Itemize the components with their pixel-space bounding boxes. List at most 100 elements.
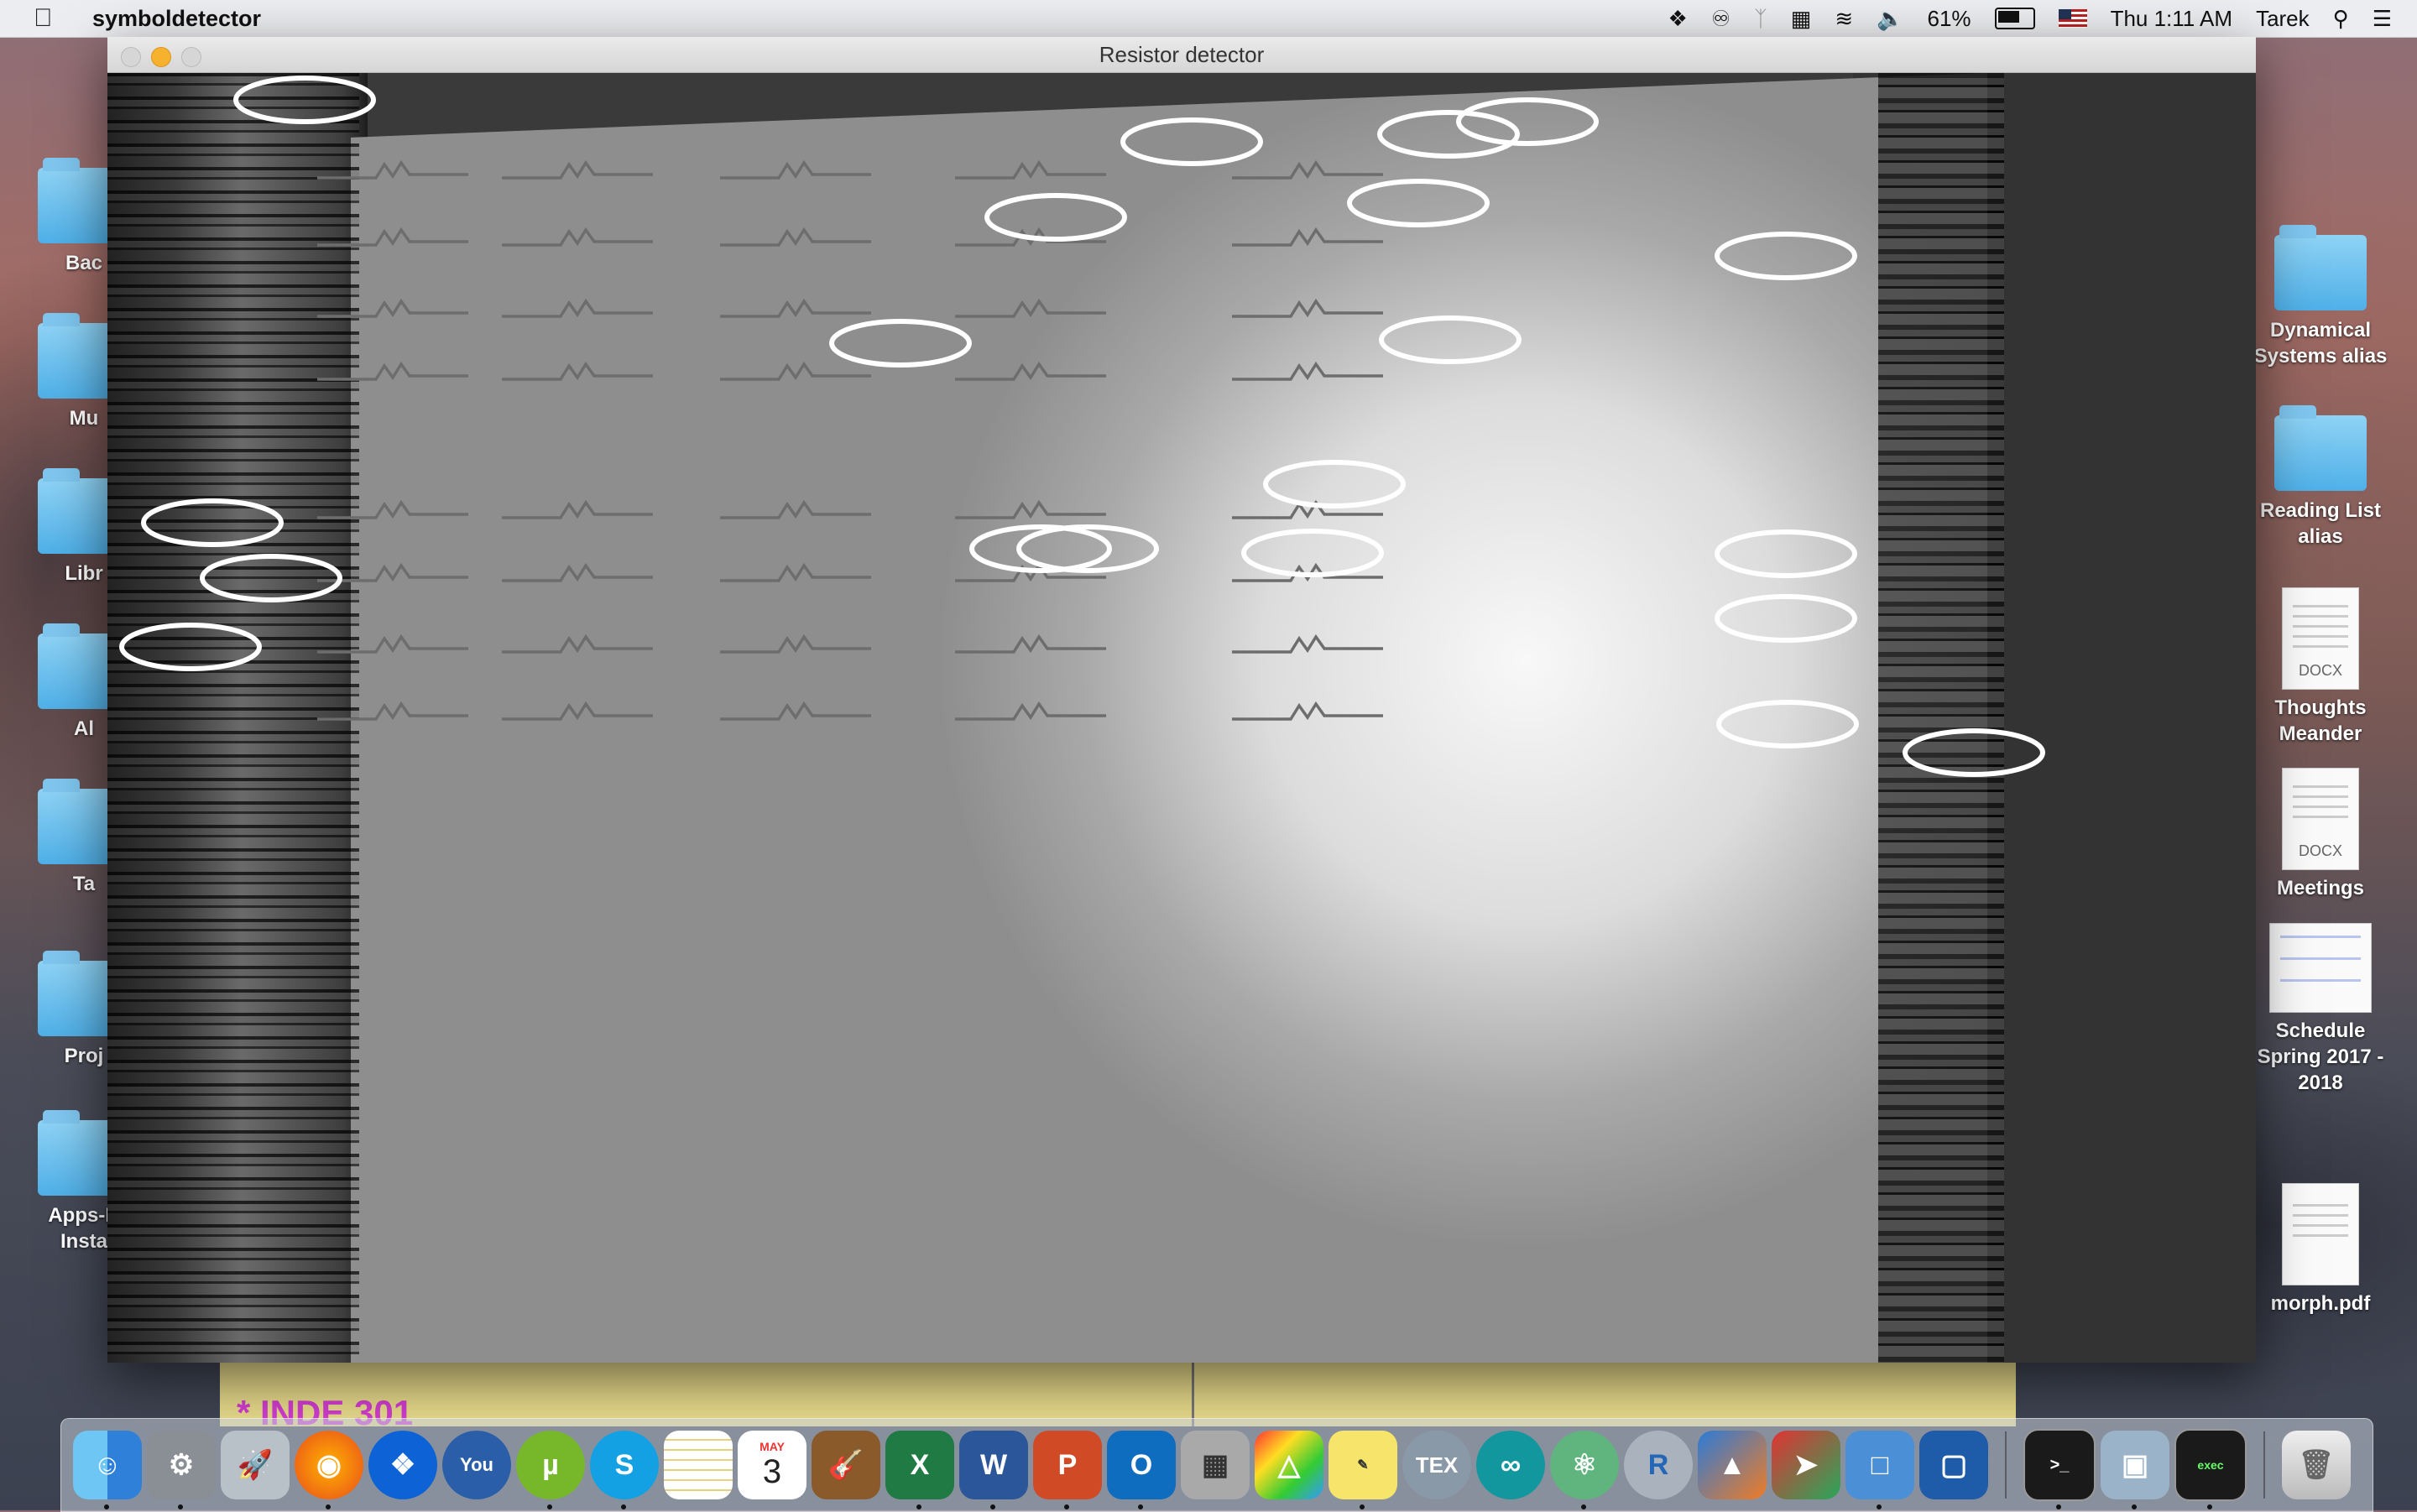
outlook-icon[interactable]: O (1107, 1431, 1176, 1509)
menu-clock[interactable]: Thu 1:11 AM (2111, 6, 2233, 32)
battery-percent[interactable]: 61% (1928, 6, 1971, 32)
desktop-folder-label: Mu (69, 407, 99, 430)
desktop-file-schedule[interactable]: Schedule Spring 2017 - 2018 (2249, 923, 2392, 1096)
handwritten-symbol (1232, 227, 1383, 247)
excel-icon[interactable]: X (885, 1431, 954, 1509)
youtube-icon[interactable]: You (442, 1431, 511, 1499)
desktop-folder-label: Libr (65, 562, 103, 585)
desktop-item-label: Meetings (2276, 877, 2364, 899)
apple-menu-icon[interactable]:  (34, 4, 62, 33)
atom-icon[interactable]: ⚛ (1550, 1431, 1619, 1509)
notes-icon[interactable] (664, 1431, 733, 1499)
window-titlebar[interactable]: Resistor detector (107, 37, 2256, 73)
calendar-month: MAY (760, 1439, 785, 1453)
folder-alias-icon (2274, 405, 2367, 491)
volume-icon[interactable]: 🔈 (1877, 6, 1903, 32)
handwritten-symbol (720, 159, 871, 180)
launchpad-icon[interactable]: 🚀 (221, 1431, 290, 1499)
docx-file-icon: DOCX (2282, 768, 2359, 870)
r-icon[interactable]: R (1624, 1431, 1693, 1499)
desktop-file-thoughts[interactable]: DOCX Thoughts Meander (2249, 587, 2392, 747)
close-window-button[interactable] (121, 47, 141, 67)
desktop-alias-reading-list[interactable]: Reading List alias (2249, 405, 2392, 550)
background-note (220, 1359, 2016, 1426)
handwritten-symbol (720, 361, 871, 381)
minimize-window-button[interactable] (151, 47, 171, 67)
detection-ellipse (1456, 97, 1599, 146)
detection-ellipse (119, 623, 262, 671)
desktop-folder-label: Al (74, 717, 94, 740)
app-menu-name[interactable]: symboldetector (92, 6, 261, 32)
terminal-icon[interactable]: >_ (2023, 1429, 2096, 1509)
detection-ellipse (200, 554, 342, 602)
note-divider (1192, 1359, 1194, 1426)
handwritten-symbol (1232, 159, 1383, 180)
firefox-icon[interactable]: ◉ (295, 1431, 363, 1509)
matlab-icon[interactable]: ▲ (1698, 1431, 1767, 1499)
handwritten-symbol (317, 499, 468, 519)
desktop-item-label: Schedule Spring 2017 - 2018 (2257, 1019, 2384, 1094)
keyboard-status-icon[interactable]: ▦ (1791, 6, 1812, 32)
preview-icon[interactable]: ▣ (2101, 1431, 2169, 1509)
utorrent-icon[interactable]: µ (516, 1431, 585, 1509)
parallels-icon[interactable]: □ (1845, 1431, 1914, 1509)
bluetooth-icon[interactable]: ᛉ (1754, 6, 1767, 32)
detection-ellipse (829, 319, 972, 368)
exec-icon[interactable]: exec (2174, 1429, 2247, 1509)
detection-overlay (119, 76, 2045, 777)
tex-icon[interactable]: TEX (1402, 1431, 1471, 1499)
handwritten-symbol (317, 159, 468, 180)
zoom-window-button[interactable] (181, 47, 201, 67)
grapher-icon[interactable]: △ (1255, 1431, 1323, 1499)
input-source-flag-icon[interactable] (2058, 9, 2087, 28)
notification-center-icon[interactable]: ☰ (2373, 6, 2392, 32)
garageband-icon[interactable]: 🎸 (812, 1431, 880, 1499)
desktop-item-label: Thoughts Meander (2274, 696, 2367, 745)
desktop-file-morph[interactable]: morph.pdf (2249, 1183, 2392, 1316)
battery-icon[interactable] (1994, 8, 2035, 29)
stickies-icon[interactable]: ✎ (1329, 1431, 1397, 1509)
detection-ellipse (233, 76, 376, 124)
system-preferences-icon[interactable]: ⚙ (147, 1431, 216, 1509)
wifi-icon[interactable]: ≋ (1835, 6, 1853, 32)
handwritten-symbol (720, 227, 871, 247)
infinity-status-icon[interactable]: ♾ (1711, 6, 1731, 32)
handwritten-symbol (502, 159, 653, 180)
word-icon[interactable]: W (959, 1431, 1028, 1509)
calculator-icon[interactable]: ▦ (1181, 1431, 1250, 1499)
detection-ellipse (984, 193, 1127, 242)
dropbox-status-icon[interactable]: ❖ (1668, 6, 1688, 32)
desktop-alias-dynamical-systems[interactable]: Dynamical Systems alias (2249, 225, 2392, 369)
arduino-icon[interactable]: ∞ (1476, 1431, 1545, 1499)
detection-ellipse (141, 498, 284, 547)
virtualbox-icon[interactable]: ▢ (1919, 1431, 1988, 1499)
dropbox-icon[interactable]: ❖ (368, 1431, 437, 1499)
handwritten-symbols (317, 159, 1383, 721)
trash-icon[interactable]: 🗑 (2282, 1431, 2351, 1499)
spotlight-search-icon[interactable]: ⚲ (2333, 6, 2349, 32)
airmail-icon[interactable]: ➤ (1772, 1431, 1840, 1499)
skype-icon[interactable]: S (590, 1431, 659, 1509)
resistor-detector-window[interactable]: Resistor detector (107, 37, 2256, 1363)
handwritten-symbol (955, 499, 1106, 519)
handwritten-symbol (1232, 633, 1383, 654)
folder-alias-icon (2274, 225, 2367, 310)
desktop-item-label: Reading List alias (2259, 499, 2381, 548)
handwritten-symbol (955, 633, 1106, 654)
desktop-folder-label: Ta (72, 873, 96, 895)
handwritten-symbol (502, 562, 653, 582)
handwritten-symbol (317, 227, 468, 247)
powerpoint-icon[interactable]: P (1033, 1431, 1102, 1509)
handwritten-symbol (955, 701, 1106, 721)
handwritten-symbol (1232, 298, 1383, 318)
handwritten-symbol (720, 633, 871, 654)
detection-ellipse (1377, 110, 1520, 159)
image-file-icon (2269, 923, 2372, 1013)
docx-file-icon: DOCX (2282, 587, 2359, 690)
calendar-icon[interactable]: MAY 3 (738, 1431, 807, 1499)
finder-icon[interactable]: ☺ (73, 1431, 142, 1509)
handwritten-symbol (317, 633, 468, 654)
handwritten-symbol (720, 298, 871, 318)
desktop-file-meetings[interactable]: DOCX Meetings (2249, 768, 2392, 901)
user-menu[interactable]: Tarek (2256, 6, 2310, 32)
